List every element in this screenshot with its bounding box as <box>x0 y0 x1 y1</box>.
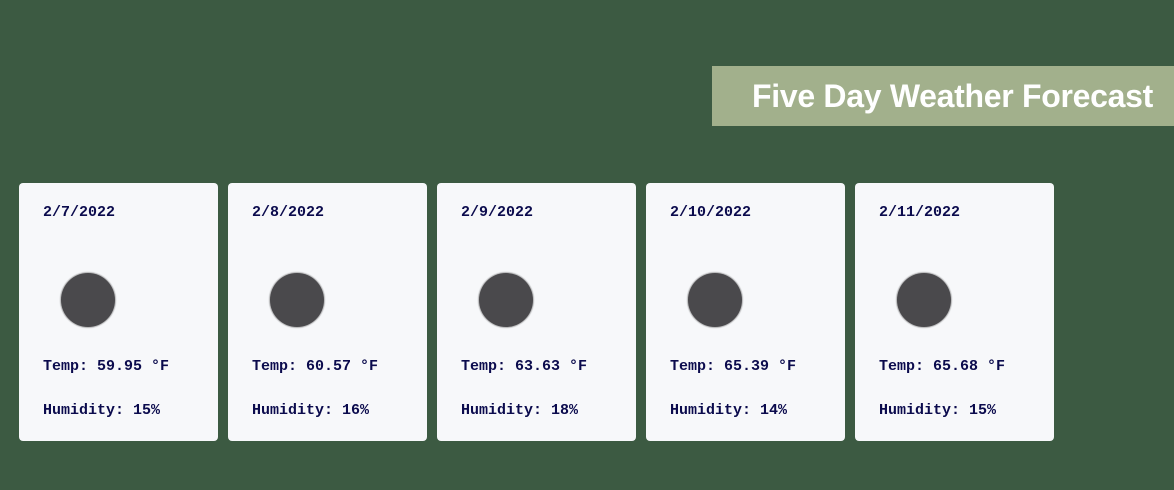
weather-icon <box>688 273 742 327</box>
forecast-date: 2/9/2022 <box>461 204 534 221</box>
forecast-date: 2/8/2022 <box>252 204 325 221</box>
forecast-header-banner: Five Day Weather Forecast <box>712 66 1174 126</box>
forecast-date: 2/7/2022 <box>43 204 116 221</box>
page-title: Five Day Weather Forecast <box>752 77 1153 114</box>
forecast-date: 2/11/2022 <box>879 204 961 221</box>
forecast-humidity: Humidity: 18% <box>461 402 579 419</box>
forecast-humidity: Humidity: 14% <box>670 402 788 419</box>
forecast-card: 2/10/2022 Temp: 65.39 °F Humidity: 14% <box>646 183 845 441</box>
forecast-card: 2/8/2022 Temp: 60.57 °F Humidity: 16% <box>228 183 427 441</box>
forecast-card: 2/9/2022 Temp: 63.63 °F Humidity: 18% <box>437 183 636 441</box>
forecast-temp: Temp: 65.39 °F <box>670 358 797 375</box>
forecast-temp: Temp: 63.63 °F <box>461 358 588 375</box>
weather-icon <box>897 273 951 327</box>
forecast-card: 2/7/2022 Temp: 59.95 °F Humidity: 15% <box>19 183 218 441</box>
forecast-temp: Temp: 60.57 °F <box>252 358 379 375</box>
forecast-card: 2/11/2022 Temp: 65.68 °F Humidity: 15% <box>855 183 1054 441</box>
weather-icon <box>270 273 324 327</box>
forecast-temp: Temp: 65.68 °F <box>879 358 1006 375</box>
forecast-humidity: Humidity: 15% <box>879 402 997 419</box>
weather-icon <box>479 273 533 327</box>
forecast-date: 2/10/2022 <box>670 204 752 221</box>
forecast-humidity: Humidity: 15% <box>43 402 161 419</box>
weather-icon <box>61 273 115 327</box>
forecast-temp: Temp: 59.95 °F <box>43 358 170 375</box>
forecast-card-list: 2/7/2022 Temp: 59.95 °F Humidity: 15% 2/… <box>19 183 1054 441</box>
forecast-humidity: Humidity: 16% <box>252 402 370 419</box>
